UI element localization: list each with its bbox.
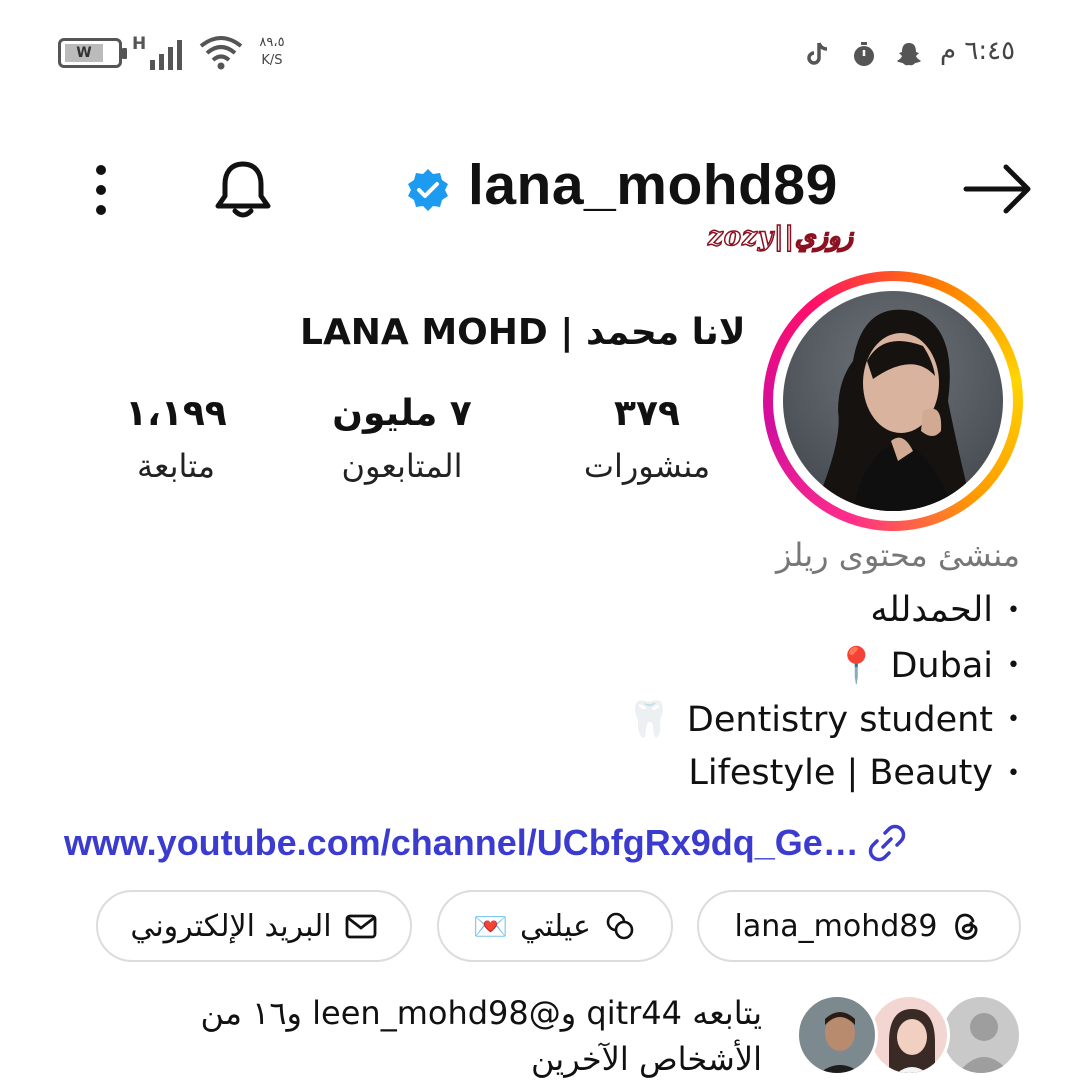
timer-icon [854,42,874,66]
network-type: H [132,34,147,54]
channel-pill-label: عيلتي [519,908,591,944]
verified-badge-icon [408,169,448,211]
wifi-icon [199,36,243,70]
bio-bullet: • [1007,597,1020,623]
bio-bullet: • [1007,760,1020,786]
profile-link-text[interactable]: www.youtube.com/channel/UCbfgRx9dq_Ge… [64,822,859,864]
stat-following[interactable]: ١،١٩٩ متابعة [76,392,276,496]
bio-line: 🦷 Dentistry student • [627,699,1020,741]
bio-line: الحمدلله • [870,590,1020,630]
email-pill-label: البريد الإلكتروني [130,908,332,944]
avatar-portrait-icon [813,309,973,511]
bio-emoji: 📍 [834,646,879,686]
clock: ٦:٤٥ م [940,36,1016,66]
channel-pill[interactable]: 💌 عيلتي [437,890,673,962]
stat-posts[interactable]: ٣٧٩ منشورات [547,392,747,496]
stat-followers-value: ٧ مليون [332,393,472,434]
threads-icon [955,913,978,940]
bio-emoji: 🦷 [627,700,671,740]
bio-line: Lifestyle | Beauty • [688,753,1020,793]
bio-bullet: • [1007,653,1020,678]
profile-category: منشئ محتوى ريلز [776,536,1020,574]
person-avatar-icon [819,1012,861,1073]
profile-username: lana_mohd89 [468,153,838,217]
stat-following-label: متابعة [136,447,216,485]
threads-pill-label: lana_mohd89 [734,908,938,944]
profile-link[interactable]: www.youtube.com/channel/UCbfgRx9dq_Ge… [64,817,1024,869]
signal-icon [150,40,182,70]
bio-line: 📍 Dubai • [834,645,1020,687]
watermark: zozy||زوزي [707,221,853,253]
love-letter-emoji: 💌 [473,909,508,943]
threads-pill[interactable]: lana_mohd89 [697,890,1021,962]
avatar[interactable] [783,291,1003,511]
link-icon [868,824,905,862]
battery-icon: W [58,38,127,68]
bio-text: Dentistry student [686,699,994,740]
avatar [868,994,950,1076]
default-avatar-icon [958,1013,1010,1073]
followed-by-text[interactable]: يتابعه qitr44 و@leen_mohd98 و١٦ من الأشخ… [98,990,762,1082]
battery-label: W [65,44,103,62]
bio-text: الحمدلله [870,590,994,630]
bio-bullet: • [1007,707,1020,732]
avatar [796,994,878,1076]
stat-followers-label: المتابعون [341,447,463,485]
tiktok-icon [807,42,828,65]
stat-followers[interactable]: ٧ مليون المتابعون [302,392,502,496]
stat-posts-value: ٣٧٩ [614,393,680,434]
speed-unit: K/S [261,53,283,68]
more-vertical-icon[interactable] [86,162,116,218]
stat-posts-label: منشورات [583,447,711,485]
snapchat-icon [897,43,921,66]
arrow-right-icon[interactable] [962,160,1034,218]
network-speed: ٨٩،٥ K/S [252,34,292,70]
mutual-followers-avatars[interactable] [796,994,1026,1080]
bell-icon[interactable] [210,156,276,222]
email-pill[interactable]: البريد الإلكتروني [96,890,412,962]
story-ring[interactable] [763,271,1023,531]
mail-icon [345,914,377,939]
stat-following-value: ١،١٩٩ [125,393,227,434]
status-bar: W H ٨٩،٥ K/S ٦:٤٥ م [0,0,1080,110]
display-name: LANA MOHD | لانا محمد [300,312,746,353]
person-avatar-icon [889,1009,935,1073]
bio-text: Lifestyle | Beauty [688,753,994,793]
bio-text: Dubai [890,645,994,686]
speed-value: ٨٩،٥ [259,35,285,50]
avatar [940,994,1022,1076]
chat-bubbles-icon [606,912,634,940]
